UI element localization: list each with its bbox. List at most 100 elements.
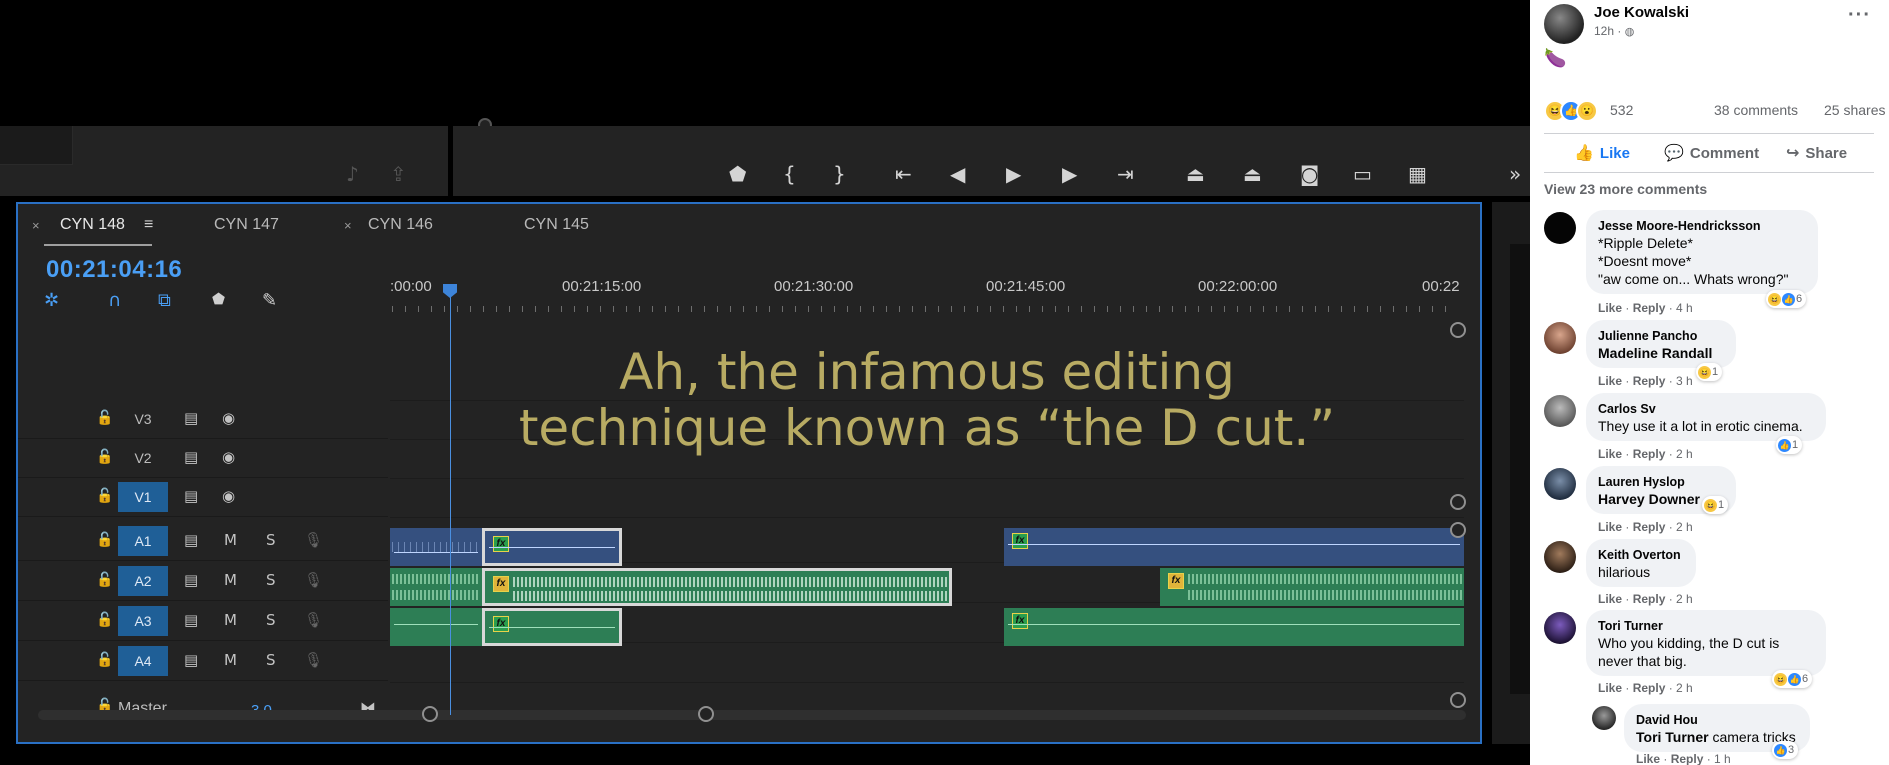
step-forward-icon[interactable]: ▶ xyxy=(1062,164,1077,184)
comment-author[interactable]: Jesse Moore-Hendricksson xyxy=(1598,218,1806,234)
avatar[interactable] xyxy=(1544,4,1584,44)
avatar[interactable] xyxy=(1544,541,1576,573)
shares-count[interactable]: 25 shares xyxy=(1824,102,1885,118)
scroll-handle[interactable] xyxy=(1450,494,1466,510)
comment-tag[interactable]: Tori Turner xyxy=(1636,729,1709,745)
track-name[interactable]: V1 xyxy=(118,482,168,512)
tab-cyn-146[interactable]: CYN 146 xyxy=(368,216,433,234)
comment-author[interactable]: Carlos Sv xyxy=(1598,401,1814,417)
sync-lock-icon[interactable]: ▤ xyxy=(184,611,198,629)
playhead-line[interactable] xyxy=(450,290,451,715)
sync-lock-icon[interactable]: ▤ xyxy=(184,531,198,549)
more-icon[interactable]: » xyxy=(1509,164,1521,184)
audio-clip-selected[interactable]: fx xyxy=(482,568,952,606)
linked-selection-icon[interactable]: ⧉ xyxy=(158,290,171,311)
track-name[interactable]: V2 xyxy=(118,443,168,473)
like-link[interactable]: Like xyxy=(1598,301,1622,315)
nest-icon[interactable]: ✲ xyxy=(44,290,59,311)
comment-reactions[interactable]: 😆 1 xyxy=(1702,496,1729,514)
zoom-handle-right[interactable] xyxy=(698,706,714,722)
solo-button[interactable]: S xyxy=(266,611,276,629)
like-link[interactable]: Like xyxy=(1598,681,1622,695)
mark-in-icon[interactable]: { xyxy=(783,164,796,184)
snap-icon[interactable]: ∩ xyxy=(108,290,121,311)
like-link[interactable]: Like xyxy=(1598,374,1622,388)
lock-icon[interactable]: 🔓 xyxy=(96,572,113,588)
comment-author[interactable]: Keith Overton xyxy=(1598,547,1684,563)
comment-time[interactable]: 2 h xyxy=(1676,447,1693,461)
reply-link[interactable]: Reply xyxy=(1633,301,1666,315)
sync-lock-icon[interactable]: ▤ xyxy=(184,571,198,589)
comment-reactions[interactable]: 👍 1 xyxy=(1776,436,1803,454)
avatar[interactable] xyxy=(1544,395,1576,427)
more-options-icon[interactable]: ··· xyxy=(1848,4,1871,27)
comment-time[interactable]: 2 h xyxy=(1676,520,1693,534)
solo-button[interactable]: S xyxy=(266,651,276,669)
audio-clip[interactable]: fx xyxy=(1004,528,1464,566)
microphone-icon[interactable]: 🎙 xyxy=(304,611,323,629)
comments-count[interactable]: 38 comments xyxy=(1714,102,1798,118)
comment-author[interactable]: Lauren Hyslop xyxy=(1598,474,1724,490)
audio-clip[interactable]: fx xyxy=(1160,568,1464,606)
comment-author[interactable]: David Hou xyxy=(1636,712,1798,728)
audio-clip[interactable] xyxy=(390,528,482,566)
post-time[interactable]: 12h · ◍ xyxy=(1594,24,1634,38)
add-marker-icon[interactable]: ⬟ xyxy=(212,290,225,308)
go-to-out-icon[interactable]: ⇥ xyxy=(1117,164,1134,184)
eye-icon[interactable]: ◉ xyxy=(222,487,235,505)
reaction-count[interactable]: 532 xyxy=(1610,102,1633,118)
share-button[interactable]: ↪ Share xyxy=(1786,143,1847,162)
lift-icon[interactable]: ⏏ xyxy=(1186,164,1205,184)
comment-reactions[interactable]: 😆 👍 6 xyxy=(1772,670,1813,688)
avatar[interactable] xyxy=(1544,212,1576,244)
audio-clip[interactable]: fx xyxy=(1004,608,1464,646)
scroll-handle[interactable] xyxy=(1450,692,1466,708)
reply-link[interactable]: Reply xyxy=(1633,681,1666,695)
like-link[interactable]: Like xyxy=(1598,520,1622,534)
avatar[interactable] xyxy=(1544,612,1576,644)
track-name[interactable]: A2 xyxy=(118,566,168,596)
like-link[interactable]: Like xyxy=(1598,447,1622,461)
go-to-in-icon[interactable]: ⇤ xyxy=(895,164,912,184)
comment-reactions[interactable]: 👍 3 xyxy=(1772,741,1799,759)
time-ruler[interactable]: :00:00 00:21:15:00 00:21:30:00 00:21:45:… xyxy=(390,274,1464,314)
mark-out-icon[interactable]: } xyxy=(833,164,846,184)
scroll-handle[interactable] xyxy=(1450,322,1466,338)
extract-icon[interactable]: ⏏ xyxy=(1243,164,1262,184)
lock-icon[interactable]: 🔓 xyxy=(96,488,113,504)
comparison-view-icon[interactable]: ▭ xyxy=(1353,164,1372,184)
like-link[interactable]: Like xyxy=(1598,592,1622,606)
mute-button[interactable]: M xyxy=(224,531,237,549)
mute-button[interactable]: M xyxy=(224,571,237,589)
mute-button[interactable]: M xyxy=(224,651,237,669)
audio-clip[interactable] xyxy=(390,608,482,646)
track-name[interactable]: V3 xyxy=(118,404,168,434)
comment-reactions[interactable]: 😆 👍 6 xyxy=(1766,290,1807,308)
sync-lock-icon[interactable]: ▤ xyxy=(184,448,198,466)
solo-button[interactable]: S xyxy=(266,531,276,549)
lock-icon[interactable]: 🔓 xyxy=(96,410,113,426)
lock-icon[interactable]: 🔓 xyxy=(96,612,113,628)
eye-icon[interactable]: ◉ xyxy=(222,409,235,427)
sync-lock-icon[interactable]: ▤ xyxy=(184,487,198,505)
close-tab-icon[interactable]: × xyxy=(344,218,352,233)
avatar[interactable] xyxy=(1544,322,1576,354)
comment-time[interactable]: 1 h xyxy=(1714,752,1731,765)
comment-author[interactable]: Julienne Pancho xyxy=(1598,328,1724,344)
eye-icon[interactable]: ◉ xyxy=(222,448,235,466)
tab-cyn-147[interactable]: CYN 147 xyxy=(214,216,279,234)
lock-icon[interactable]: 🔓 xyxy=(96,532,113,548)
reply-link[interactable]: Reply xyxy=(1671,752,1704,765)
comment-author[interactable]: Tori Turner xyxy=(1598,618,1814,634)
close-tab-icon[interactable]: × xyxy=(32,218,40,233)
reply-link[interactable]: Reply xyxy=(1633,447,1666,461)
comment-time[interactable]: 2 h xyxy=(1676,592,1693,606)
track-name[interactable]: A4 xyxy=(118,646,168,676)
insert-audio-icon[interactable]: ♪ xyxy=(346,164,359,184)
sync-lock-icon[interactable]: ▤ xyxy=(184,651,198,669)
marker-icon[interactable]: ⬟ xyxy=(729,164,746,184)
comment-time[interactable]: 2 h xyxy=(1676,681,1693,695)
track-name[interactable]: A3 xyxy=(118,606,168,636)
lock-icon[interactable]: 🔓 xyxy=(96,449,113,465)
microphone-icon[interactable]: 🎙 xyxy=(304,531,323,549)
